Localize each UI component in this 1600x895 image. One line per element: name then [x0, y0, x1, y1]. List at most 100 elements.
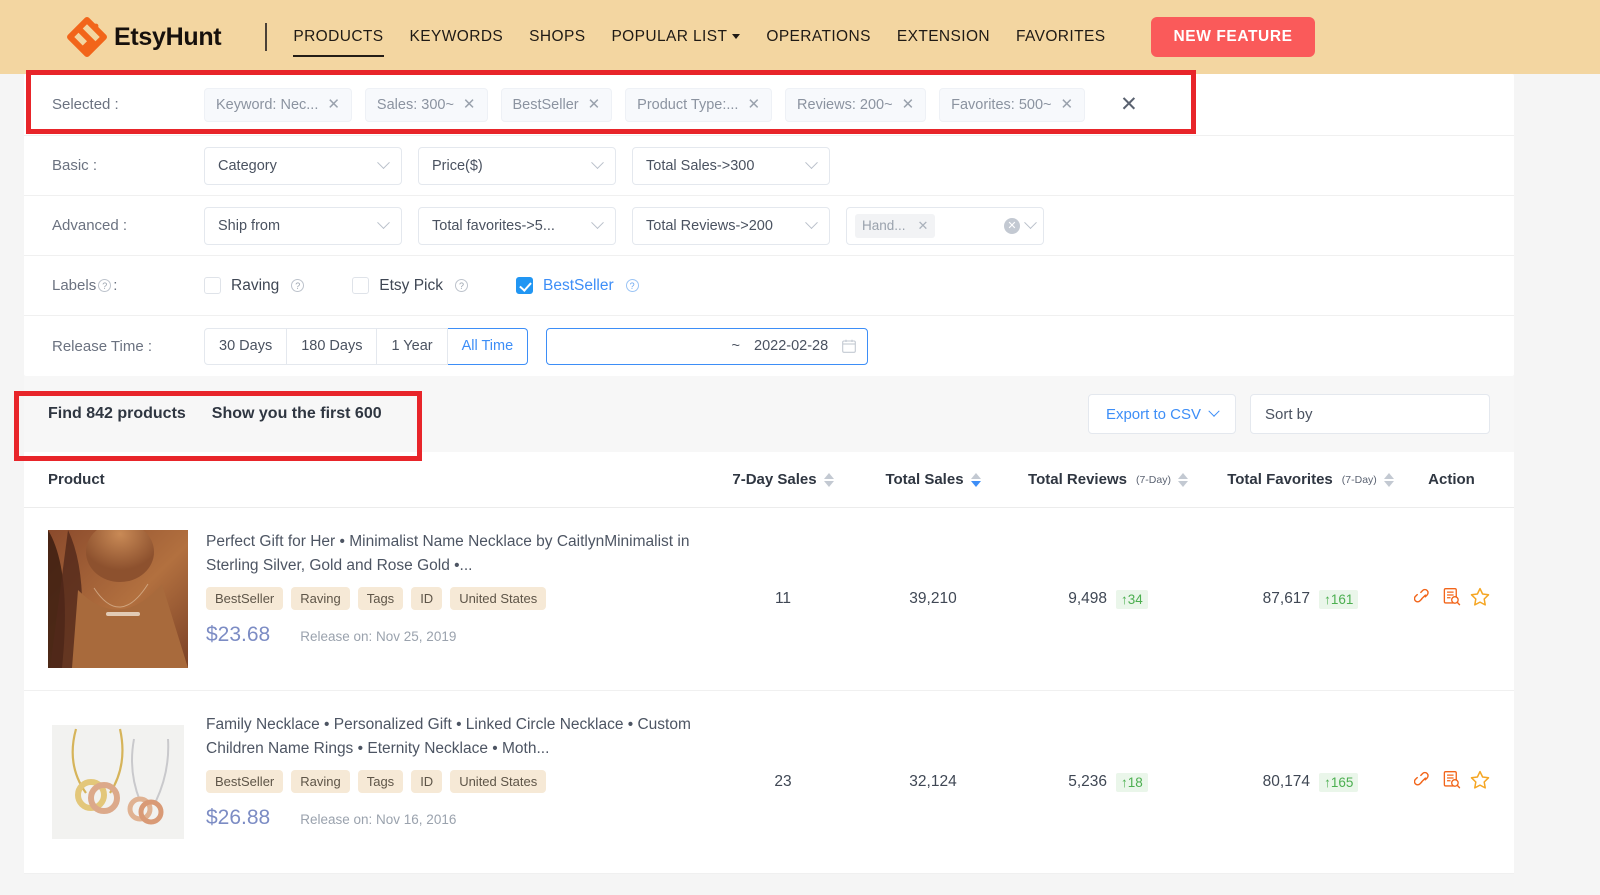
star-icon[interactable]	[1470, 587, 1490, 612]
release-date-range-picker[interactable]: ~ 2022-02-28	[546, 327, 869, 365]
nav-item-shops[interactable]: SHOPS	[529, 22, 585, 52]
release-30-days-button[interactable]: 30 Days	[204, 327, 288, 365]
filter-chip-product-type[interactable]: Product Type:... ✕	[625, 87, 773, 122]
sort-by-select[interactable]: Sort by	[1250, 394, 1490, 434]
table-row[interactable]: Perfect Gift for Her • Minimalist Name N…	[24, 508, 1514, 691]
cell-total-favorites: 87,617 ↑161	[1208, 589, 1413, 609]
product-type-chip[interactable]: Hand... ✕	[855, 213, 936, 238]
chip-remove-icon[interactable]: ✕	[747, 97, 760, 112]
filter-chip-sales[interactable]: Sales: 300~ ✕	[364, 87, 488, 122]
nav-item-extension[interactable]: EXTENSION	[897, 22, 990, 52]
product-tag[interactable]: Raving	[291, 587, 350, 611]
filter-chip-bestseller[interactable]: BestSeller ✕	[500, 87, 613, 122]
product-thumbnail[interactable]	[48, 530, 188, 668]
chip-remove-icon[interactable]: ✕	[588, 97, 601, 112]
label-option-etsy-pick[interactable]: Etsy Pick ?	[352, 277, 470, 295]
date-range-end-value[interactable]: 2022-02-28	[754, 338, 828, 354]
report-search-icon[interactable]	[1442, 770, 1461, 794]
basic-filters-row: Basic : Category Price($) Total Sales->3…	[24, 136, 1514, 196]
product-thumbnail[interactable]	[48, 713, 188, 851]
chip-remove-icon[interactable]: ✕	[1061, 97, 1074, 112]
clear-selection-icon[interactable]: ✕	[1004, 217, 1020, 234]
product-title[interactable]: Perfect Gift for Her • Minimalist Name N…	[206, 530, 708, 578]
release-time-label: Release Time :	[52, 337, 153, 355]
nav-item-operations[interactable]: OPERATIONS	[766, 22, 870, 52]
column-header-7-day-sales[interactable]: 7-Day Sales	[708, 471, 858, 488]
star-icon[interactable]	[1470, 770, 1490, 795]
label-option-raving[interactable]: Raving ?	[204, 277, 306, 295]
product-tag[interactable]: United States	[450, 770, 547, 794]
release-180-days-button[interactable]: 180 Days	[287, 327, 378, 365]
release-time-row: Release Time : 30 Days 180 Days 1 Year A…	[24, 316, 1514, 376]
calendar-icon[interactable]	[842, 339, 857, 353]
table-row[interactable]: Family Necklace • Personalized Gift • Li…	[24, 691, 1514, 874]
nav-item-favorites[interactable]: FAVORITES	[1016, 22, 1105, 52]
column-header-total-reviews[interactable]: Total Reviews (7-Day)	[1008, 471, 1208, 488]
column-header-total-favorites[interactable]: Total Favorites (7-Day)	[1208, 471, 1413, 488]
product-tag[interactable]: BestSeller	[206, 770, 284, 794]
reviews-delta-badge: ↑34	[1116, 589, 1148, 609]
total-favorites-select[interactable]: Total favorites->5...	[418, 206, 616, 245]
product-title[interactable]: Family Necklace • Personalized Gift • Li…	[206, 713, 708, 761]
chip-remove-icon[interactable]: ✕	[463, 97, 476, 112]
product-tag[interactable]: BestSeller	[206, 587, 284, 611]
sort-toggle-icon[interactable]	[823, 472, 834, 487]
total-reviews-select[interactable]: Total Reviews->200	[632, 206, 830, 245]
product-tag[interactable]: Raving	[291, 770, 350, 794]
cell-total-favorites: 80,174 ↑165	[1208, 772, 1413, 792]
brand-logo[interactable]: EtsyHunt	[66, 16, 222, 58]
help-icon[interactable]: ?	[454, 279, 468, 292]
column-header-total-sales[interactable]: Total Sales	[858, 471, 1008, 488]
chevron-down-icon	[1208, 405, 1220, 417]
help-icon[interactable]: ?	[98, 279, 112, 292]
report-search-icon[interactable]	[1442, 587, 1461, 611]
bestseller-checkbox[interactable]	[515, 277, 533, 294]
filter-chip-reviews[interactable]: Reviews: 200~ ✕	[785, 87, 927, 122]
basic-select-list: Category Price($) Total Sales->300	[204, 146, 830, 185]
chevron-down-icon	[377, 156, 390, 170]
product-price: $23.68	[206, 623, 271, 647]
results-count-group: Find 842 products Show you the first 600	[48, 405, 382, 423]
filter-chip-keyword[interactable]: Keyword: Nec... ✕	[204, 87, 352, 122]
nav-item-products[interactable]: PRODUCTS	[293, 22, 384, 57]
total-sales-select[interactable]: Total Sales->300	[632, 146, 830, 185]
etsyhunt-logo-icon	[66, 16, 108, 58]
total-favorites-value: 87,617	[1262, 590, 1311, 607]
results-summary-bar: Find 842 products Show you the first 600…	[24, 376, 1514, 452]
product-tag[interactable]: ID	[411, 587, 443, 611]
product-tag[interactable]: United States	[450, 587, 547, 611]
sort-toggle-icon[interactable]	[970, 472, 981, 487]
product-release-date: Release on: Nov 25, 2019	[300, 629, 457, 645]
chip-remove-icon[interactable]: ✕	[902, 97, 915, 112]
category-select[interactable]: Category	[204, 146, 402, 185]
nav-item-popular-list[interactable]: POPULAR LIST	[611, 22, 741, 52]
product-type-multiselect[interactable]: Hand... ✕ ✕	[846, 206, 1044, 245]
help-icon[interactable]: ?	[625, 279, 639, 292]
clear-all-filters-icon[interactable]: ✕	[1120, 94, 1138, 115]
raving-checkbox[interactable]	[204, 277, 221, 294]
top-navigation-bar: EtsyHunt PRODUCTS KEYWORDS SHOPS POPULAR…	[0, 0, 1600, 74]
product-tag-list: BestSeller Raving Tags ID United States	[206, 587, 708, 611]
chip-remove-icon[interactable]: ✕	[327, 97, 340, 112]
link-icon[interactable]	[1413, 587, 1433, 611]
product-tag[interactable]: ID	[411, 770, 443, 794]
export-to-csv-button[interactable]: Export to CSV	[1087, 394, 1236, 434]
nav-item-keywords[interactable]: KEYWORDS	[410, 22, 504, 52]
product-tag[interactable]: Tags	[357, 770, 404, 794]
link-icon[interactable]	[1413, 770, 1433, 794]
sort-toggle-icon[interactable]	[1383, 472, 1394, 487]
label-option-bestseller[interactable]: BestSeller ?	[515, 277, 641, 295]
etsy-pick-checkbox[interactable]	[352, 277, 370, 294]
new-feature-button[interactable]: NEW FEATURE	[1151, 17, 1315, 57]
ship-from-select[interactable]: Ship from	[204, 206, 402, 245]
product-tag[interactable]: Tags	[357, 587, 404, 611]
release-1-year-button[interactable]: 1 Year	[377, 327, 448, 365]
filter-chip-favorites[interactable]: Favorites: 500~ ✕	[939, 87, 1086, 122]
nav-divider	[265, 23, 268, 51]
price-select[interactable]: Price($)	[418, 146, 616, 185]
release-all-time-button[interactable]: All Time	[447, 327, 529, 365]
sort-toggle-icon[interactable]	[1177, 472, 1188, 487]
chip-remove-icon[interactable]: ✕	[918, 218, 929, 234]
chevron-down-icon	[1024, 216, 1037, 230]
help-icon[interactable]: ?	[291, 279, 305, 292]
